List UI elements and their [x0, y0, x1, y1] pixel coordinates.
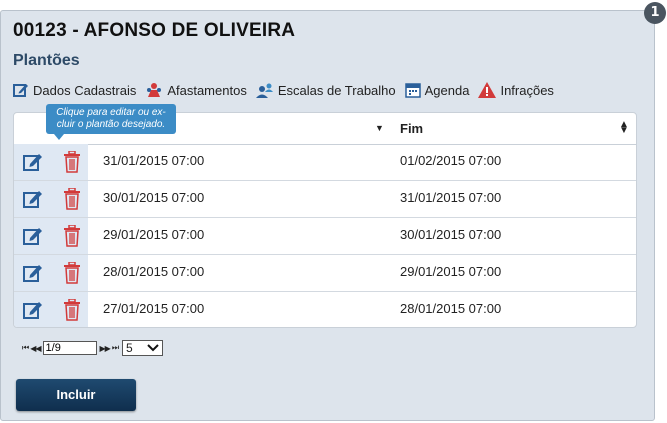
link-dados-cadastrais[interactable]: Dados Cadastrais — [13, 82, 136, 98]
table-row: 28/01/2015 07:00 29/01/2015 07:00 — [14, 255, 636, 292]
cell-fim: 28/01/2015 07:00 — [400, 301, 502, 316]
trash-icon[interactable] — [63, 299, 81, 321]
table-row: 27/01/2015 07:00 28/01/2015 07:00 — [14, 292, 636, 327]
users-icon — [255, 83, 273, 98]
next-page-icon[interactable]: ▶▶ — [100, 344, 111, 353]
prev-page-icon[interactable]: ◀◀ — [30, 344, 41, 353]
cell-inicio: 30/01/2015 07:00 — [103, 190, 205, 205]
edit-icon[interactable] — [23, 226, 43, 246]
link-escalas-de-trabalho[interactable]: Escalas de Trabalho — [255, 82, 396, 98]
page-size-select[interactable]: 5 — [122, 340, 164, 356]
page-input[interactable] — [42, 341, 97, 355]
table-row: 31/01/2015 07:00 01/02/2015 07:00 — [14, 144, 636, 181]
link-label: Dados Cadastrais — [33, 82, 137, 98]
section-title: Plantões — [13, 52, 80, 69]
page-size-value: 5 — [126, 341, 133, 355]
link-afastamentos[interactable]: Afastamentos — [145, 82, 247, 98]
link-label: Infrações — [500, 82, 554, 98]
calendar-icon — [404, 83, 421, 98]
link-label: Escalas de Trabalho — [277, 82, 396, 98]
cell-fim: 29/01/2015 07:00 — [400, 264, 502, 279]
cell-fim: 01/02/2015 07:00 — [400, 153, 502, 168]
edit-icon[interactable] — [23, 152, 43, 172]
cell-inicio: 31/01/2015 07:00 — [103, 153, 205, 168]
cell-fim: 31/01/2015 07:00 — [400, 190, 502, 205]
cell-fim: 30/01/2015 07:00 — [400, 227, 502, 242]
tab-links: Dados Cadastrais Afastamentos Escalas de… — [13, 82, 563, 98]
sort-icon[interactable]: ▲ ▼ — [619, 120, 629, 136]
trash-icon[interactable] — [63, 151, 81, 173]
page-title: 00123 - AFONSO DE OLIVEIRA — [13, 20, 296, 41]
sort-desc-icon[interactable]: ▼ — [375, 123, 384, 133]
step-badge: 1 — [644, 2, 666, 24]
link-label: Agenda — [424, 82, 470, 98]
last-page-icon[interactable]: ⏭ — [112, 343, 119, 353]
cell-inicio: 28/01/2015 07:00 — [103, 264, 205, 279]
incluir-button[interactable]: Incluir — [16, 379, 136, 411]
people-red-icon — [147, 83, 162, 97]
trash-icon[interactable] — [63, 262, 81, 284]
plantoes-table: ▼ Fim ▲ ▼ 31/01/2015 07:00 01/02/2015 07:… — [13, 112, 637, 328]
link-agenda[interactable]: Agenda — [404, 82, 470, 98]
cell-inicio: 29/01/2015 07:00 — [103, 227, 205, 242]
trash-icon[interactable] — [63, 225, 81, 247]
cell-inicio: 27/01/2015 07:00 — [103, 301, 205, 316]
trash-icon[interactable] — [63, 188, 81, 210]
link-infracoes[interactable]: Infrações — [478, 82, 554, 98]
link-label: Afastamentos — [167, 82, 247, 98]
edit-icon[interactable] — [23, 263, 43, 283]
first-page-icon[interactable]: ⏮ — [22, 343, 29, 353]
help-tooltip: Clique para editar ou ex-cluir o plantão… — [46, 104, 176, 140]
pagination: ⏮ ◀◀ ▶▶ ⏭ 5 — [22, 340, 164, 356]
edit-icon[interactable] — [23, 189, 43, 209]
chevron-down-icon — [147, 344, 159, 352]
column-header-fim[interactable]: Fim — [400, 121, 423, 136]
edit-icon[interactable] — [23, 300, 43, 320]
table-row: 30/01/2015 07:00 31/01/2015 07:00 — [14, 181, 636, 218]
edit-icon — [13, 84, 28, 97]
table-row: 29/01/2015 07:00 30/01/2015 07:00 — [14, 218, 636, 255]
warning-icon — [478, 82, 497, 98]
